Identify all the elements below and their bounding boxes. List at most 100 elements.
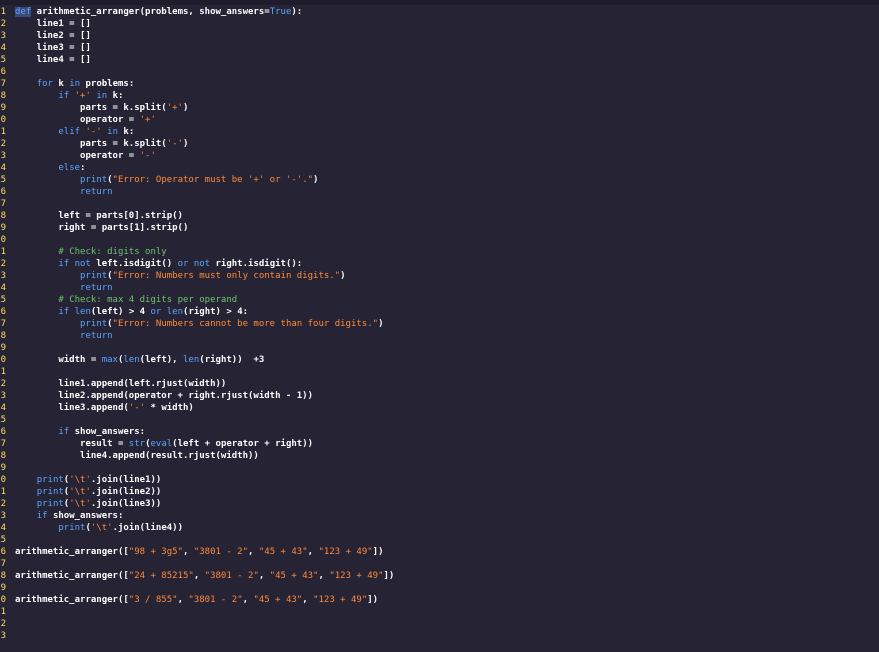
code-line[interactable]: return [15,186,113,198]
code-line[interactable]: return [15,282,113,294]
code-line[interactable]: line4 = [] [15,54,91,66]
code-line[interactable]: print("Error: Operator must be '+' or '-… [15,174,318,186]
code-line[interactable]: print("Error: Numbers must only contain … [15,270,346,282]
code-line[interactable]: print('\t'.join(line2)) [15,486,162,498]
line-number: 9 [0,463,6,473]
code-line[interactable]: right = parts[1].strip() [15,222,188,234]
code-line[interactable]: # Check: digits only [15,246,167,258]
code-line[interactable]: line1.append(left.rjust(width)) [15,378,226,390]
code-line[interactable]: for k in problems: [15,78,135,90]
code-line[interactable]: width = max(len(left), len(right)) +3 [15,354,264,366]
code-text: ) [182,103,189,113]
line-number: 9 [0,223,6,233]
code-line[interactable]: left = parts[0].strip() [15,210,183,222]
line-number: 6 [0,187,6,197]
code-line[interactable]: line3 = [] [15,42,91,54]
code-text: , [318,571,330,581]
code-string: "98 + 3g5" [128,547,183,557]
code-text: line1 = [] [15,19,91,29]
code-line[interactable]: if len(left) > 4 or len(right) > 4: [15,306,248,318]
code-text: left = parts[0].strip() [15,211,183,221]
code-line[interactable]: print('\t'.join(line3)) [15,498,162,510]
code-line[interactable]: line3.append('-' * width) [15,402,194,414]
line-number: 1 [0,367,6,377]
line-number: 7 [0,559,6,569]
code-string: "24 + 85215" [128,571,194,581]
code-string: '+' [139,115,156,125]
code-line[interactable]: if not left.isdigit() or not right.isdig… [15,258,302,270]
code-keyword: if not [58,259,91,269]
line-number: 0 [0,235,6,245]
code-line[interactable]: parts = k.split('+') [15,102,188,114]
line-number: 8 [0,451,6,461]
code-line[interactable]: arithmetic_arranger(["3 / 855", "3801 - … [15,594,378,606]
code-line[interactable]: line2.append(operator + right.rjust(widt… [15,390,313,402]
code-text: ): [291,7,303,17]
code-text: arithmetic_arranger(problems, show_answe… [31,7,270,17]
code-line[interactable]: else: [15,162,85,174]
line-number: 0 [0,475,6,485]
code-text: ]) [372,547,384,557]
line-number: 5 [0,415,6,425]
code-text: right = parts[1].strip() [15,223,189,233]
code-line[interactable]: if show_answers: [15,510,124,522]
code-string: "3 / 855" [128,595,178,605]
code-text: ]) [383,571,395,581]
code-text: left.isdigit() [90,259,178,269]
code-editor[interactable]: 1 2 3 4 5 6 7 8 9 0 1 2 3 4 5 6 7 8 9 0 1 2 3 4 5 6 7 8 9 0 1 2 3 4 5 6 7 8 9 0… [0,0,879,652]
code-line[interactable]: line4.append(result.rjust(width)) [15,450,259,462]
code-text: (left), [139,355,184,365]
line-number: 5 [0,535,6,545]
code-line[interactable]: arithmetic_arranger(["24 + 85215", "3801… [15,570,394,582]
code-string: "3801 - 2" [188,595,243,605]
code-text: , [177,595,189,605]
code-line[interactable]: line2 = [] [15,30,91,42]
line-number: 4 [0,163,6,173]
line-number: 0 [0,595,6,605]
code-line[interactable]: line1 = [] [15,18,91,30]
line-number: 3 [0,271,6,281]
code-keyword: for [36,79,53,89]
code-keyword: return [80,331,113,341]
code-line[interactable]: if '+' in k: [15,90,123,102]
code-text: width = [15,355,102,365]
code-keyword: str [128,439,146,449]
line-number: 8 [0,331,6,341]
code-text: line3 = [] [15,43,91,53]
code-text: ) [313,175,319,185]
code-text: , [248,547,259,557]
code-line[interactable]: # Check: max 4 digits per operand [15,294,237,306]
code-line[interactable]: arithmetic_arranger(["98 + 3g5", "3801 -… [15,546,384,558]
code-keyword: eval [150,439,173,449]
line-number: 1 [0,247,6,257]
code-line[interactable]: parts = k.split('-') [15,138,188,150]
line-number: 6 [0,67,6,77]
code-comment: # Check: digits only [58,247,167,257]
code-string: "123 + 49" [318,547,373,557]
code-text: operator = [15,151,140,161]
code-line[interactable]: def arithmetic_arranger(problems, show_a… [15,6,302,18]
line-number: 3 [0,631,6,641]
code-line[interactable]: return [15,330,113,342]
code-line[interactable]: print('\t'.join(line1)) [15,474,162,486]
code-string: "Error: Numbers must only contain digits… [112,271,341,281]
code-string: "123 + 49" [329,571,384,581]
code-string: "123 + 49" [313,595,368,605]
code-line[interactable]: print('\t'.join(line4)) [15,522,183,534]
code-line[interactable]: operator = '+' [15,114,156,126]
code-line[interactable]: if show_answers: [15,426,145,438]
code-line[interactable]: print("Error: Numbers cannot be more tha… [15,318,383,330]
code-text: arithmetic_arranger([ [15,595,129,605]
line-number: 3 [0,151,6,161]
code-keyword: return [80,187,113,197]
code-line[interactable]: operator = '-' [15,150,156,162]
code-line[interactable]: result = str(eval(left + operator + righ… [15,438,313,450]
code-keyword: print [36,499,64,509]
code-text: arithmetic_arranger([ [15,547,129,557]
code-line[interactable]: elif '-' in k: [15,126,134,138]
